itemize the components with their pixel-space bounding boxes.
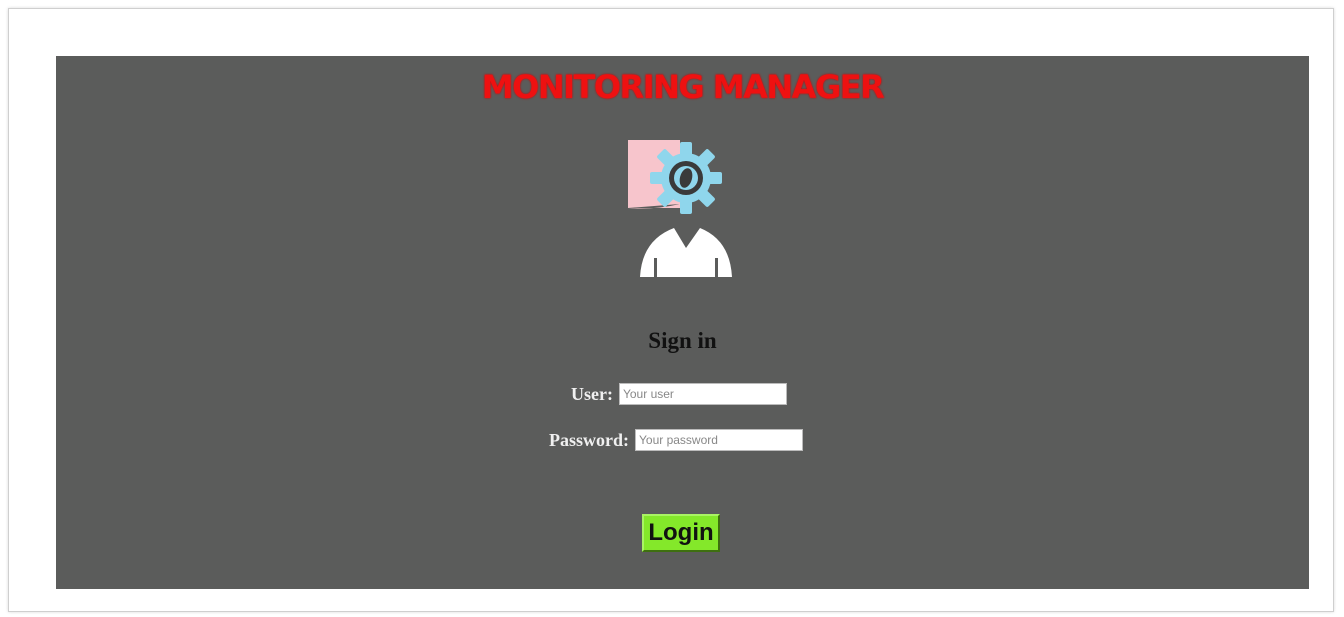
gear-icon [650,142,722,214]
user-input[interactable] [618,383,787,405]
login-panel: MONITORING MANAGER Sign in User: Your us… [56,56,1309,589]
person-shape [640,228,732,277]
user-gear-icon [628,140,732,277]
user-row: User: [571,383,787,405]
password-input[interactable] [635,429,803,451]
login-button[interactable]: Login [642,514,720,552]
app-title: MONITORING MANAGER [481,68,885,106]
password-label: Password: [549,429,629,450]
page-frame: MONITORING MANAGER Sign in User: Your us… [8,8,1334,612]
sign-in-heading: Sign in [648,328,717,353]
password-row: Password: [549,429,803,451]
user-label: User: [571,383,613,404]
